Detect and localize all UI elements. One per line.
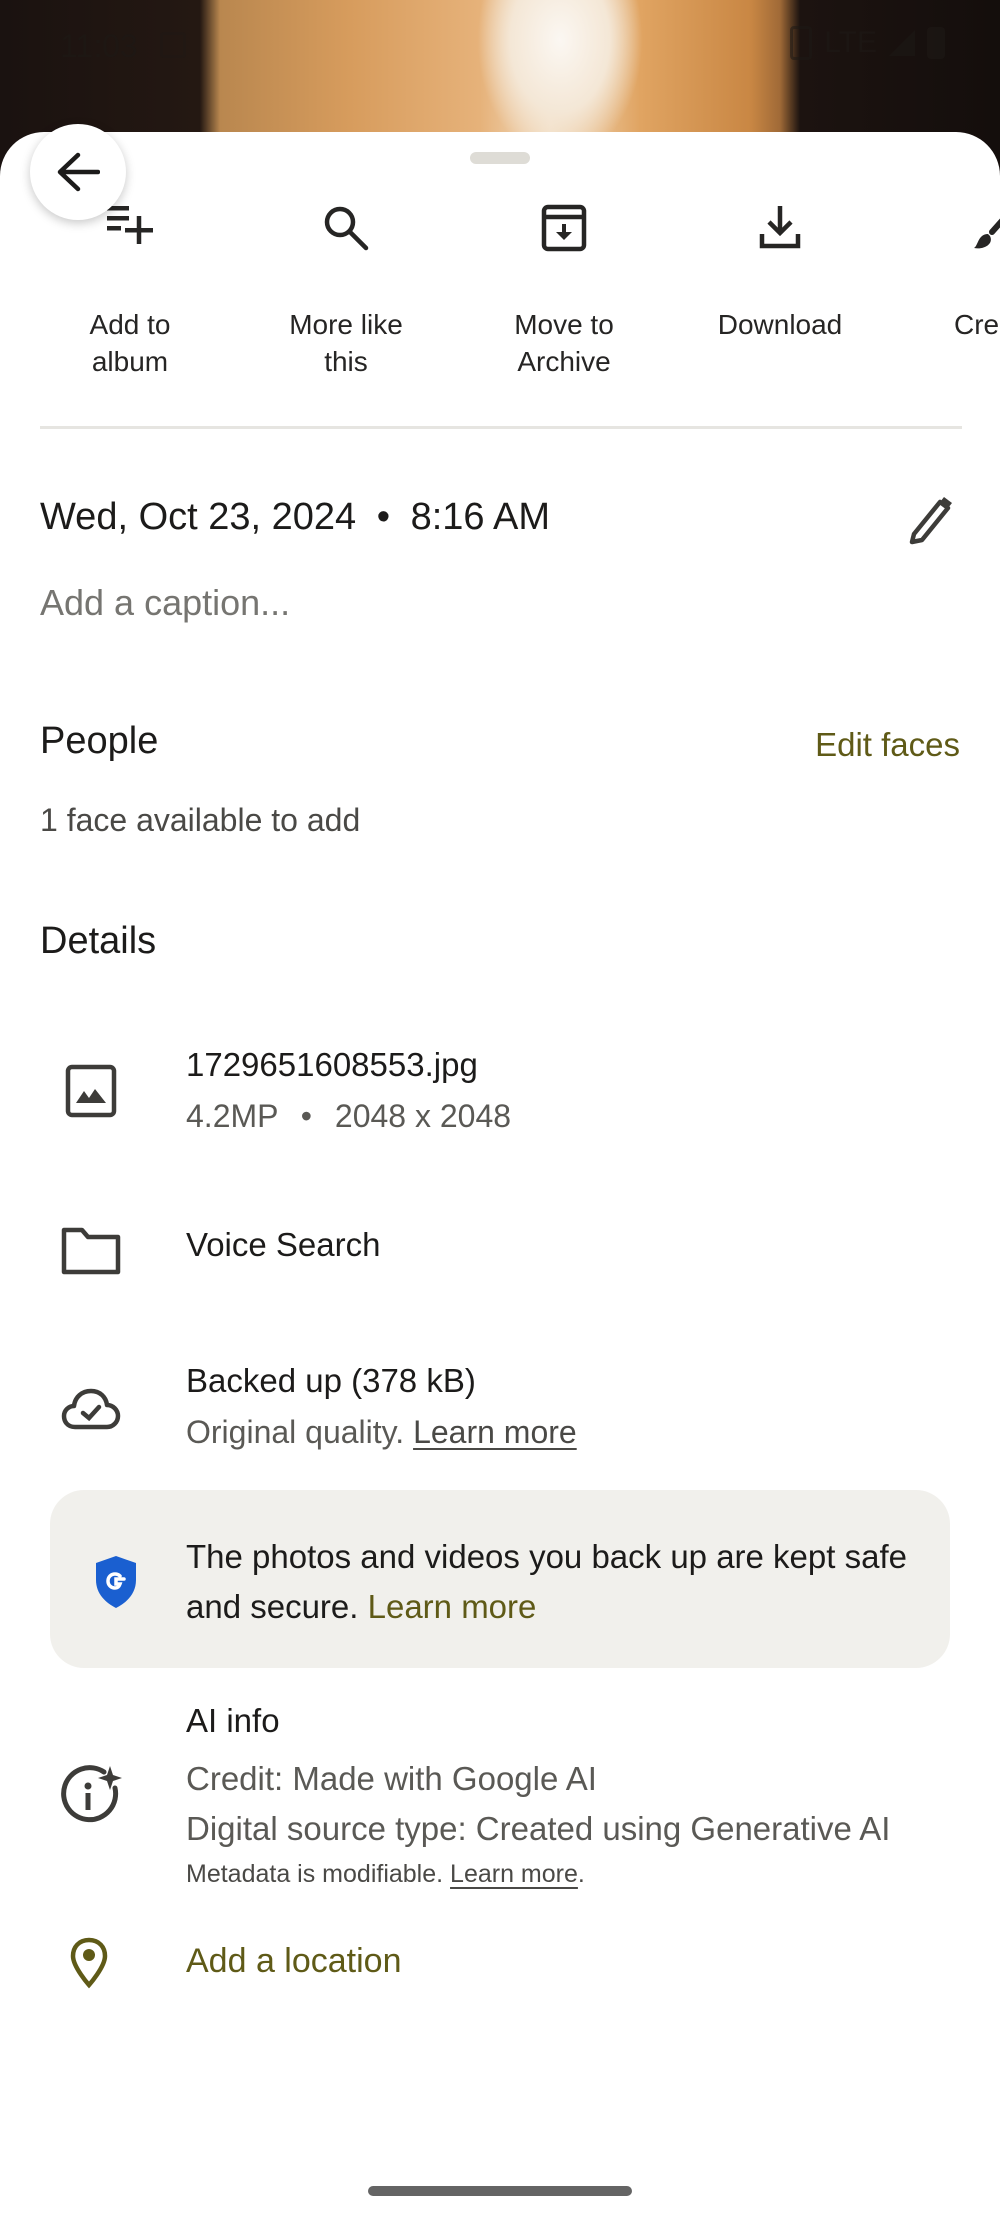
status-time: 11:03 xyxy=(60,28,138,64)
faces-available-text: 1 face available to add xyxy=(40,802,361,838)
actions-row: Add to album More like this Move to Archive xyxy=(0,200,1000,380)
pencil-icon xyxy=(909,497,952,545)
archive-icon xyxy=(541,204,587,252)
info-sheet xyxy=(0,132,1000,2223)
quality-text: Original quality. xyxy=(186,1414,405,1450)
action-label: Add to album xyxy=(89,309,171,377)
ai-info-icon xyxy=(58,1762,124,1828)
image-icon xyxy=(58,1058,124,1124)
action-add-to-album[interactable]: Add to album xyxy=(30,200,230,380)
action-move-to-archive[interactable]: Move to Archive xyxy=(464,200,664,380)
divider xyxy=(40,426,962,429)
signal-icon xyxy=(889,30,915,56)
status-bar: 11:03 LTE xyxy=(0,0,1000,95)
action-create[interactable]: Cre xyxy=(900,200,1000,343)
file-name: 1729651608553.jpg xyxy=(186,1046,478,1083)
caption-input[interactable] xyxy=(40,582,940,624)
backup-security-card: The photos and videos you back up are ke… xyxy=(50,1490,950,1668)
backup-quality: Original quality. Learn more xyxy=(186,1414,577,1451)
photo-date: Wed, Oct 23, 2024 xyxy=(40,496,357,538)
vibrate-icon xyxy=(790,26,813,60)
file-dimensions: 2048 x 2048 xyxy=(334,1098,512,1134)
backup-status: Backed up (378 kB) xyxy=(186,1362,476,1399)
action-label: More like this xyxy=(289,309,403,377)
location-pin-icon xyxy=(56,1930,122,1996)
gesture-nav-handle[interactable] xyxy=(368,2186,632,2196)
ai-credit: Credit: Made with Google AI xyxy=(186,1760,597,1797)
status-indicators: LTE xyxy=(790,26,945,60)
drag-handle[interactable] xyxy=(470,152,530,164)
back-button[interactable] xyxy=(30,124,126,220)
download-icon xyxy=(759,206,801,249)
file-megapixels: 4.2MP xyxy=(186,1098,278,1134)
metadata-learn-more-link[interactable]: Learn more xyxy=(450,1860,578,1888)
ai-source-type: Digital source type: Created using Gener… xyxy=(186,1810,891,1847)
date-separator: • xyxy=(376,496,391,538)
action-label: Download xyxy=(717,309,843,340)
date-time: Wed, Oct 23, 2024 • 8:16 AM xyxy=(40,496,550,539)
battery-icon xyxy=(927,27,945,59)
network-type: LTE xyxy=(824,26,877,59)
cloud-done-icon xyxy=(58,1376,124,1442)
notification-icon xyxy=(160,32,186,58)
action-label: Move to Archive xyxy=(514,309,614,377)
folder-name: Voice Search xyxy=(186,1226,381,1263)
ai-info-title: AI info xyxy=(186,1702,280,1739)
search-icon xyxy=(324,206,369,251)
backup-learn-more-link[interactable]: Learn more xyxy=(413,1414,577,1450)
metadata-trailing: . xyxy=(577,1860,585,1888)
security-message: The photos and videos you back up are ke… xyxy=(186,1532,926,1632)
file-specs: 4.2MP • 2048 x 2048 xyxy=(186,1098,511,1135)
photo-time: 8:16 AM xyxy=(410,496,551,538)
action-label: Cre xyxy=(954,309,1000,340)
brush-icon xyxy=(974,218,1000,249)
arrow-back-icon xyxy=(57,152,100,192)
action-more-like-this[interactable]: More like this xyxy=(246,200,446,380)
people-heading: People xyxy=(40,720,159,762)
google-shield-icon xyxy=(96,1556,136,1608)
security-learn-more-link[interactable]: Learn more xyxy=(368,1588,537,1625)
spec-separator: • xyxy=(300,1098,312,1134)
edit-faces-button[interactable]: Edit faces xyxy=(815,726,960,764)
folder-icon xyxy=(58,1218,124,1284)
edit-date-button[interactable] xyxy=(906,494,954,546)
security-text: The photos and videos you back up are ke… xyxy=(186,1538,907,1625)
playlist-add-icon xyxy=(107,206,153,244)
action-download[interactable]: Download xyxy=(680,200,880,343)
details-heading: Details xyxy=(40,920,157,962)
add-location-button[interactable]: Add a location xyxy=(186,1942,402,1981)
metadata-text: Metadata is modifiable. xyxy=(186,1860,444,1888)
metadata-note: Metadata is modifiable. Learn more. xyxy=(186,1860,585,1889)
